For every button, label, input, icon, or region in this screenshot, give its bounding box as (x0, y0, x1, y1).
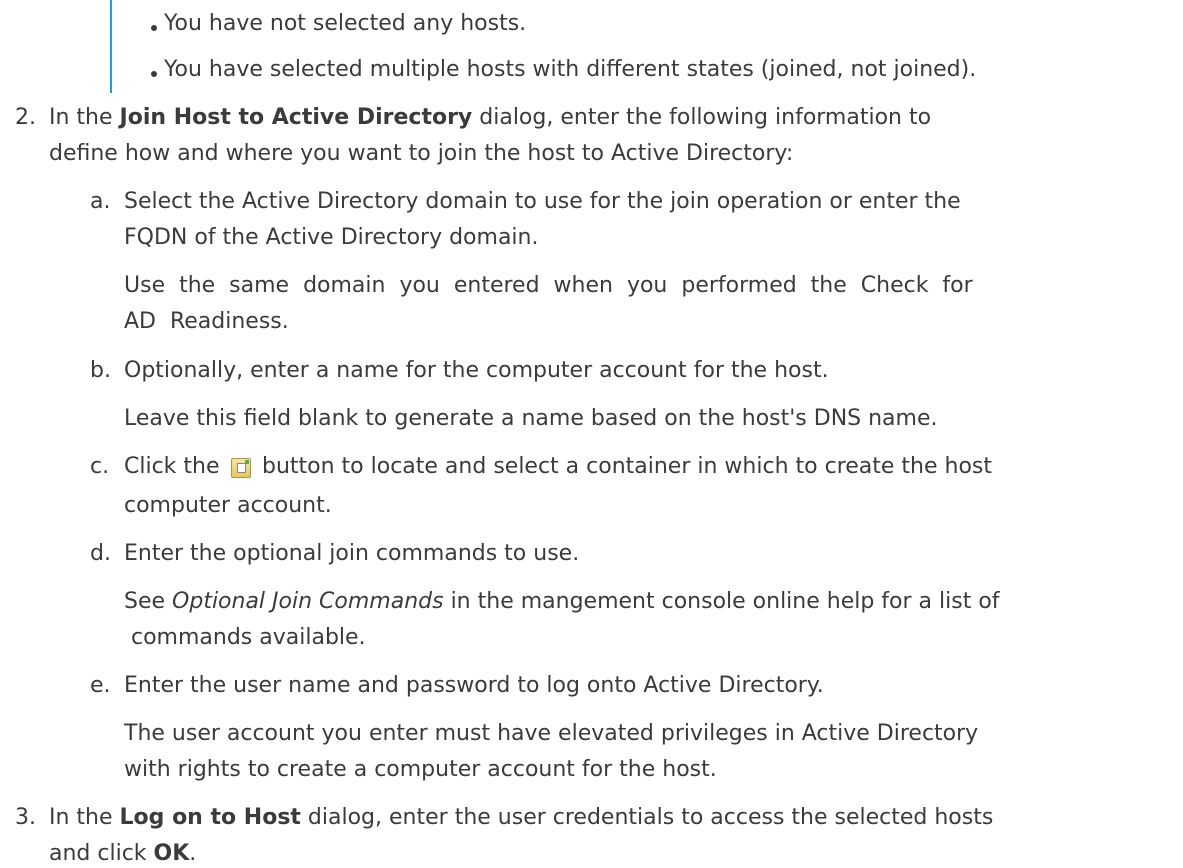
dialog-name: Log on to Host (119, 805, 301, 830)
bullet-dot (151, 71, 157, 77)
substep-d-line-1: Enter the optional join commands to use. (124, 541, 580, 566)
substep-c-line-1-post: button to locate and select a container … (255, 454, 993, 479)
step-3-line-1: In the Log on to Host dialog, enter the … (49, 805, 994, 830)
step-number: 3. (15, 805, 36, 830)
substep-b-note-1: Leave this field blank to generate a nam… (124, 406, 938, 431)
step-2-line-1: In the Join Host to Active Directory dia… (49, 105, 932, 130)
substep-letter: b. (90, 358, 111, 383)
bullet-dot (151, 25, 157, 31)
step-number: 2. (15, 105, 36, 130)
browse-container-icon (231, 458, 251, 478)
substep-letter: a. (90, 189, 111, 214)
substep-letter: c. (90, 454, 110, 479)
substep-letter: e. (90, 673, 111, 698)
substep-a-line-2: FQDN of the Active Directory domain. (124, 225, 539, 250)
bullet-item: You have selected multiple hosts with di… (164, 57, 977, 82)
step-3-line-2: and click OK. (49, 841, 197, 866)
substep-b-line-1: Optionally, enter a name for the compute… (124, 358, 829, 383)
substep-d-note-1: See Optional Join Commands in the mangem… (124, 589, 1000, 614)
substep-d-note-2: commands available. (124, 625, 366, 650)
step-2-line-2: define how and where you want to join th… (49, 141, 794, 166)
substep-c-line-1-pre: Click the (124, 454, 227, 479)
substep-letter: d. (90, 541, 111, 566)
substep-a-note-2: AD Readiness. (124, 309, 289, 334)
substep-a-line-1: Select the Active Directory domain to us… (124, 189, 961, 214)
bullet-item: You have not selected any hosts. (164, 11, 527, 36)
dialog-name: Join Host to Active Directory (119, 105, 473, 130)
substep-e-note-1: The user account you enter must have ele… (124, 721, 979, 746)
help-topic-reference: Optional Join Commands (172, 589, 444, 614)
substep-e-note-2: with rights to create a computer account… (124, 757, 717, 782)
substep-c-line-2: computer account. (124, 493, 332, 518)
note-left-border (110, 0, 112, 93)
substep-a-note-1: Use the same domain you entered when you… (124, 273, 973, 298)
ok-button-reference: OK (153, 841, 190, 866)
substep-e-line-1: Enter the user name and password to log … (124, 673, 824, 698)
